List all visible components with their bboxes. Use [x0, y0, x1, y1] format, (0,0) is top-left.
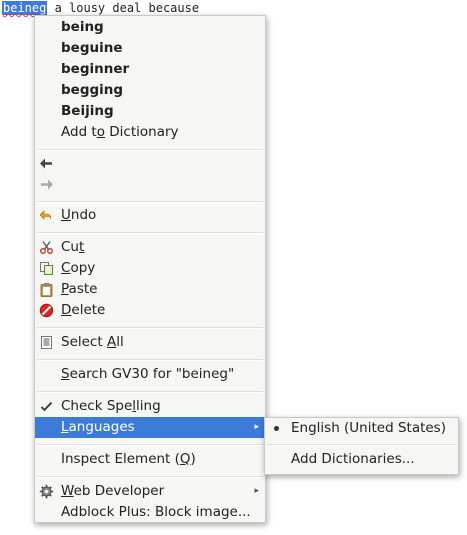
back-item[interactable] — [35, 153, 265, 174]
label-part: ) — [190, 451, 196, 467]
select-all-icon — [39, 335, 54, 350]
adblock-label: Adblock Plus: Block image... — [61, 504, 251, 520]
menu-separator — [37, 201, 263, 203]
search-item[interactable]: Search GV30 for "beineg" — [35, 364, 265, 385]
submenu-arrow-icon: ▸ — [254, 422, 259, 432]
arrow-right-icon — [39, 177, 54, 192]
delete-item[interactable]: Delete — [35, 300, 265, 321]
inspect-element-item[interactable]: Inspect Element (Q) — [35, 449, 265, 470]
label-part: elete — [71, 302, 106, 318]
suggestion-being[interactable]: being — [35, 17, 265, 38]
suggestion-beginner[interactable]: beginner — [35, 59, 265, 80]
label-part: Add t — [61, 124, 97, 140]
languages-item[interactable]: Languages ▸ — [35, 417, 265, 438]
language-label: English (United States) — [291, 420, 446, 436]
label-part: Select — [61, 334, 107, 350]
label-mnemonic: S — [61, 366, 70, 382]
language-english-us[interactable]: English (United States) — [265, 418, 458, 439]
undo-item[interactable]: Undo — [35, 205, 265, 226]
menu-separator — [37, 444, 263, 446]
label-part: eb Developer — [73, 483, 165, 499]
suggestion-beguine[interactable]: beguine — [35, 38, 265, 59]
menu-separator — [37, 359, 263, 361]
label-part: aste — [68, 281, 98, 297]
checkmark-icon — [39, 399, 54, 414]
label-mnemonic: o — [96, 124, 105, 140]
menu-separator — [37, 476, 263, 478]
editor-rest-text: a lousy deal because — [47, 1, 200, 15]
languages-submenu: English (United States) Add Dictionaries… — [264, 417, 459, 475]
suggestion-label: begging — [61, 82, 124, 98]
suggestion-begging[interactable]: begging — [35, 80, 265, 101]
label-part: Dictionary — [105, 124, 179, 140]
label-part: anguages — [68, 419, 135, 435]
menu-separator — [37, 232, 263, 234]
label-part: ll — [116, 334, 124, 350]
context-menu: being beguine beginner begging Beijing A… — [34, 15, 266, 523]
editor-text-line[interactable]: beineg a lousy deal because — [2, 0, 199, 16]
gear-icon — [39, 484, 54, 499]
arrow-left-icon — [39, 156, 54, 171]
label-part: dd Dictionaries... — [300, 451, 415, 467]
menu-separator — [37, 327, 263, 329]
suggestion-label: beginner — [61, 61, 130, 77]
label-mnemonic: U — [61, 207, 71, 223]
label-mnemonic: L — [61, 419, 69, 435]
label-mnemonic: t — [78, 239, 85, 255]
label-part: earch GV30 for "beineg" — [69, 366, 235, 382]
radio-bullet-icon — [274, 426, 279, 431]
cut-item[interactable]: Cut — [35, 237, 265, 258]
add-to-dictionary-item[interactable]: Add to Dictionary — [35, 122, 265, 143]
suggestion-label: being — [61, 19, 104, 35]
copy-icon — [39, 261, 54, 276]
forward-item[interactable] — [35, 174, 265, 195]
scissors-icon — [39, 240, 54, 255]
label-part: opy — [70, 260, 96, 276]
undo-icon — [39, 208, 54, 223]
label-mnemonic: A — [106, 334, 117, 350]
label-mnemonic: D — [61, 302, 72, 318]
delete-icon — [39, 303, 54, 318]
submenu-arrow-icon: ▸ — [254, 486, 259, 496]
clipboard-icon — [39, 282, 54, 297]
label-part: Check Spe — [61, 398, 133, 414]
label-mnemonic: A — [291, 451, 300, 467]
select-all-item[interactable]: Select All — [35, 332, 265, 353]
menu-separator — [267, 444, 456, 446]
label-part: Inspect Element ( — [61, 451, 180, 467]
adblock-block-image-item[interactable]: Adblock Plus: Block image... — [35, 502, 265, 523]
label-part: ndo — [70, 207, 97, 223]
copy-item[interactable]: Copy — [35, 258, 265, 279]
label-mnemonic: W — [61, 483, 74, 499]
label-mnemonic: P — [61, 281, 69, 297]
menu-separator — [37, 391, 263, 393]
label-mnemonic: Q — [179, 451, 191, 467]
suggestion-label: beguine — [61, 40, 123, 56]
suggestion-label: Beijing — [61, 103, 114, 119]
menu-separator — [37, 149, 263, 151]
misspelled-word[interactable]: beineg — [2, 1, 48, 15]
label-part: Cu — [61, 239, 79, 255]
add-dictionaries-item[interactable]: Add Dictionaries... — [265, 449, 458, 470]
suggestion-beijing[interactable]: Beijing — [35, 101, 265, 122]
label-part: ling — [136, 398, 161, 414]
paste-item[interactable]: Paste — [35, 279, 265, 300]
check-spelling-item[interactable]: Check Spelling — [35, 396, 265, 417]
web-developer-item[interactable]: Web Developer ▸ — [35, 481, 265, 502]
